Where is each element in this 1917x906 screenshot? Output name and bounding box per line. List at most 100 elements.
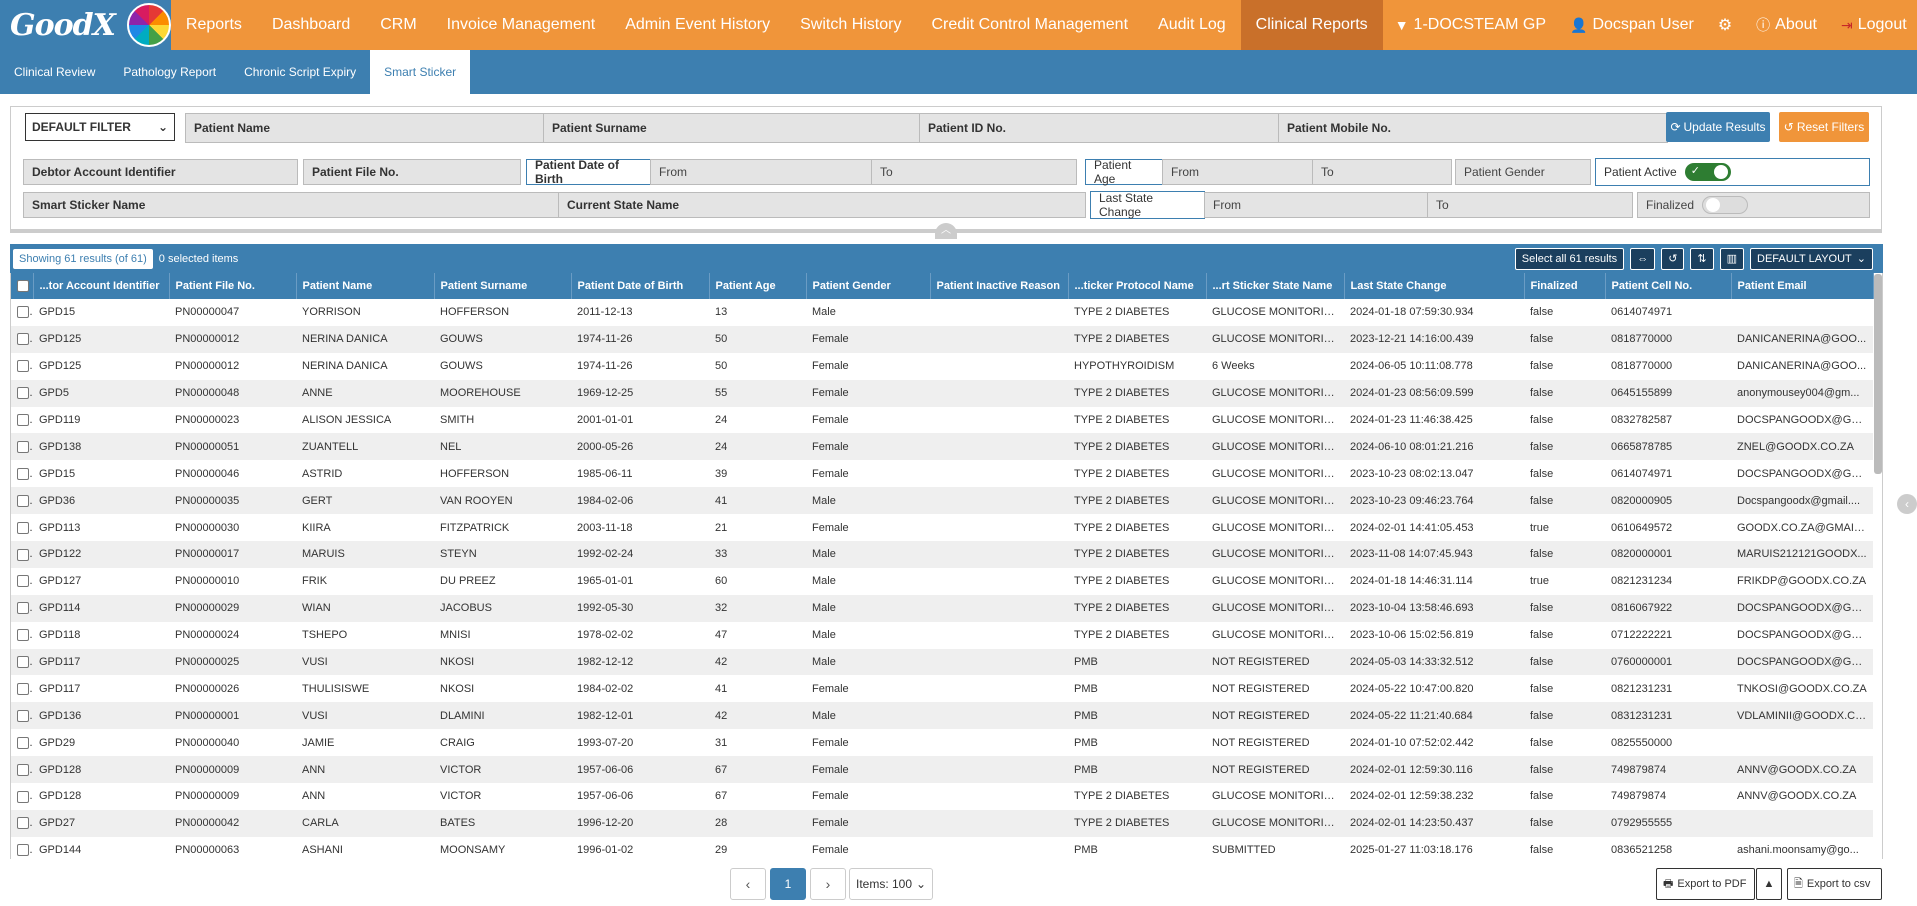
row-select-cell[interactable] bbox=[11, 433, 33, 461]
column-header[interactable]: Last State Change bbox=[1344, 273, 1525, 299]
table-row[interactable]: GPD27 PN00000042 CARLA BATES 1996-12-20 28 Fem… bbox=[11, 809, 1873, 837]
row-checkbox[interactable] bbox=[17, 656, 29, 669]
column-header[interactable]: Patient Name bbox=[296, 273, 435, 299]
row-checkbox[interactable] bbox=[17, 736, 29, 749]
row-checkbox[interactable] bbox=[17, 682, 29, 695]
patient-mobile-filter[interactable]: Patient Mobile No. bbox=[1278, 113, 1668, 143]
select-all-button[interactable]: Select all 61 results bbox=[1514, 247, 1625, 270]
nav-item-clinical-reports[interactable]: Clinical Reports bbox=[1240, 0, 1383, 50]
finalized-filter[interactable]: Finalized bbox=[1637, 192, 1870, 218]
table-row[interactable]: GPD36 PN00000035 GERT VAN ROOYEN 1984-02-06 4… bbox=[11, 487, 1873, 515]
patient-id-filter[interactable]: Patient ID No. bbox=[919, 113, 1279, 143]
practice-dropdown[interactable]: ▼ 1-DOCSTEAM GP bbox=[1383, 0, 1558, 50]
table-row[interactable]: GPD128 PN00000009 ANN VICTOR 1957-06-06 67 Fem… bbox=[11, 756, 1873, 784]
row-select-cell[interactable] bbox=[11, 514, 33, 542]
patient-active-toggle[interactable]: ✓ bbox=[1684, 163, 1731, 181]
nav-item-audit-log[interactable]: Audit Log bbox=[1143, 0, 1241, 50]
table-row[interactable]: GPD29 PN00000040 JAMIE CRAIG 1993-07-20 31 Fem… bbox=[11, 729, 1873, 757]
row-select-cell[interactable] bbox=[11, 352, 33, 380]
row-checkbox[interactable] bbox=[17, 360, 29, 373]
table-row[interactable]: GPD117 PN00000025 VUSI NKOSI 1982-12-12 42 Mal… bbox=[11, 648, 1873, 676]
prev-page-button[interactable]: ‹ bbox=[730, 868, 766, 900]
row-select-cell[interactable] bbox=[11, 675, 33, 703]
row-checkbox[interactable] bbox=[17, 333, 29, 346]
table-row[interactable]: GPD117 PN00000026 THULISISWE NKOSI 1984-02-0… bbox=[11, 675, 1873, 703]
row-checkbox[interactable] bbox=[17, 387, 29, 400]
current-state-filter[interactable]: Current State Name bbox=[558, 192, 1086, 218]
row-checkbox[interactable] bbox=[17, 306, 29, 319]
nav-item-switch-history[interactable]: Switch History bbox=[785, 0, 916, 50]
filter-select[interactable]: DEFAULT FILTER ⌄ bbox=[25, 113, 175, 141]
patient-active-filter[interactable]: Patient Active ✓ bbox=[1595, 158, 1870, 186]
side-panel-toggle[interactable]: ‹ bbox=[1897, 494, 1917, 514]
row-select-cell[interactable] bbox=[11, 756, 33, 784]
column-header[interactable]: Patient File No. bbox=[169, 273, 297, 299]
row-select-cell[interactable] bbox=[11, 541, 33, 568]
row-checkbox[interactable] bbox=[17, 763, 29, 776]
row-select-cell[interactable] bbox=[11, 702, 33, 730]
table-row[interactable]: GPD125 PN00000012 NERINA DANICA GOUWS 1974-1… bbox=[11, 325, 1873, 353]
row-select-cell[interactable] bbox=[11, 621, 33, 649]
column-header[interactable]: ...ticker Protocol Name bbox=[1068, 273, 1207, 299]
update-results-button[interactable]: ⟳ Update Results bbox=[1666, 112, 1770, 142]
layout-dropdown[interactable]: DEFAULT LAYOUT ⌄ bbox=[1750, 247, 1873, 270]
tab-smart-sticker[interactable]: Smart Sticker bbox=[370, 50, 471, 94]
smart-sticker-name-filter[interactable]: Smart Sticker Name bbox=[23, 192, 562, 218]
table-row[interactable]: GPD113 PN00000030 KIIRA FITZPATRICK 2003-11-… bbox=[11, 514, 1873, 542]
table-row[interactable]: GPD5 PN00000048 ANNE MOOREHOUSE 1969-12-25 55… bbox=[11, 379, 1873, 407]
table-row[interactable]: GPD138 PN00000051 ZUANTELL NEL 2000-05-26 24 F… bbox=[11, 433, 1873, 461]
debtor-account-filter[interactable]: Debtor Account Identifier bbox=[23, 159, 298, 185]
table-row[interactable]: GPD15 PN00000047 YORRISON HOFFERSON 2011-12-… bbox=[11, 299, 1873, 326]
reset-filters-button[interactable]: ↺ Reset Filters bbox=[1779, 112, 1869, 142]
column-header[interactable]: Patient Surname bbox=[434, 273, 572, 299]
items-per-page-select[interactable]: Items: 100 ⌄ bbox=[849, 868, 933, 900]
gender-filter[interactable]: Patient Gender bbox=[1455, 159, 1591, 185]
nav-item-credit-control-management[interactable]: Credit Control Management bbox=[916, 0, 1143, 50]
select-all-checkbox[interactable] bbox=[17, 280, 29, 293]
row-select-cell[interactable] bbox=[11, 379, 33, 407]
tab-chronic-script-expiry[interactable]: Chronic Script Expiry bbox=[230, 50, 370, 94]
age-to-input[interactable]: To bbox=[1312, 159, 1452, 185]
row-checkbox[interactable] bbox=[17, 575, 29, 588]
export-options-button[interactable]: ▲ bbox=[1756, 868, 1782, 900]
row-checkbox[interactable] bbox=[17, 521, 29, 534]
row-checkbox[interactable] bbox=[17, 817, 29, 830]
nav-item-invoice-management[interactable]: Invoice Management bbox=[432, 0, 611, 50]
table-row[interactable]: GPD15 PN00000046 ASTRID HOFFERSON 1985-06-11… bbox=[11, 460, 1873, 488]
dob-to-input[interactable]: To bbox=[871, 159, 1077, 185]
row-checkbox[interactable] bbox=[17, 440, 29, 453]
finalized-toggle[interactable] bbox=[1702, 196, 1749, 214]
row-select-cell[interactable] bbox=[11, 487, 33, 515]
next-page-button[interactable]: › bbox=[810, 868, 846, 900]
select-all-header[interactable] bbox=[11, 273, 34, 299]
column-header[interactable]: Finalized bbox=[1524, 273, 1606, 299]
row-checkbox[interactable] bbox=[17, 790, 29, 803]
age-from-input[interactable]: From bbox=[1162, 159, 1313, 185]
table-scrollbar[interactable] bbox=[1874, 274, 1882, 474]
patient-surname-filter[interactable]: Patient Surname bbox=[543, 113, 920, 143]
row-select-cell[interactable] bbox=[11, 325, 33, 353]
tab-clinical-review[interactable]: Clinical Review bbox=[0, 50, 109, 94]
patient-name-filter[interactable]: Patient Name bbox=[185, 113, 544, 143]
reset-layout-button[interactable]: ↺ bbox=[1661, 247, 1685, 270]
row-checkbox[interactable] bbox=[17, 414, 29, 427]
table-row[interactable]: GPD127 PN00000010 FRIK DU PREEZ 1965-01-01 60… bbox=[11, 567, 1873, 595]
row-checkbox[interactable] bbox=[17, 709, 29, 722]
nav-item-crm[interactable]: CRM bbox=[365, 0, 431, 50]
patient-file-filter[interactable]: Patient File No. bbox=[303, 159, 521, 185]
row-checkbox[interactable] bbox=[17, 494, 29, 507]
table-row[interactable]: GPD119 PN00000023 ALISON JESSICA SMITH 2001-… bbox=[11, 406, 1873, 434]
dob-from-input[interactable]: From bbox=[650, 159, 872, 185]
export-csv-button[interactable]: 🗎 Export to csv bbox=[1787, 868, 1882, 900]
lsc-from-input[interactable]: From bbox=[1204, 192, 1428, 218]
row-checkbox[interactable] bbox=[17, 602, 29, 615]
table-row[interactable]: GPD144 PN00000063 ASHANI MOONSAMY 1996-01-02… bbox=[11, 836, 1873, 859]
export-pdf-button[interactable]: 🖶 Export to PDF bbox=[1656, 868, 1755, 900]
row-select-cell[interactable] bbox=[11, 729, 33, 757]
table-row[interactable]: GPD118 PN00000024 TSHEPO MNISI 1978-02-02 47 M… bbox=[11, 621, 1873, 649]
column-header[interactable]: ...tor Account Identifier bbox=[33, 273, 170, 299]
sort-button[interactable]: ⇅ bbox=[1690, 247, 1714, 270]
page-1-button[interactable]: 1 bbox=[770, 868, 806, 900]
row-checkbox[interactable] bbox=[17, 548, 29, 561]
nav-item-admin-event-history[interactable]: Admin Event History bbox=[610, 0, 785, 50]
